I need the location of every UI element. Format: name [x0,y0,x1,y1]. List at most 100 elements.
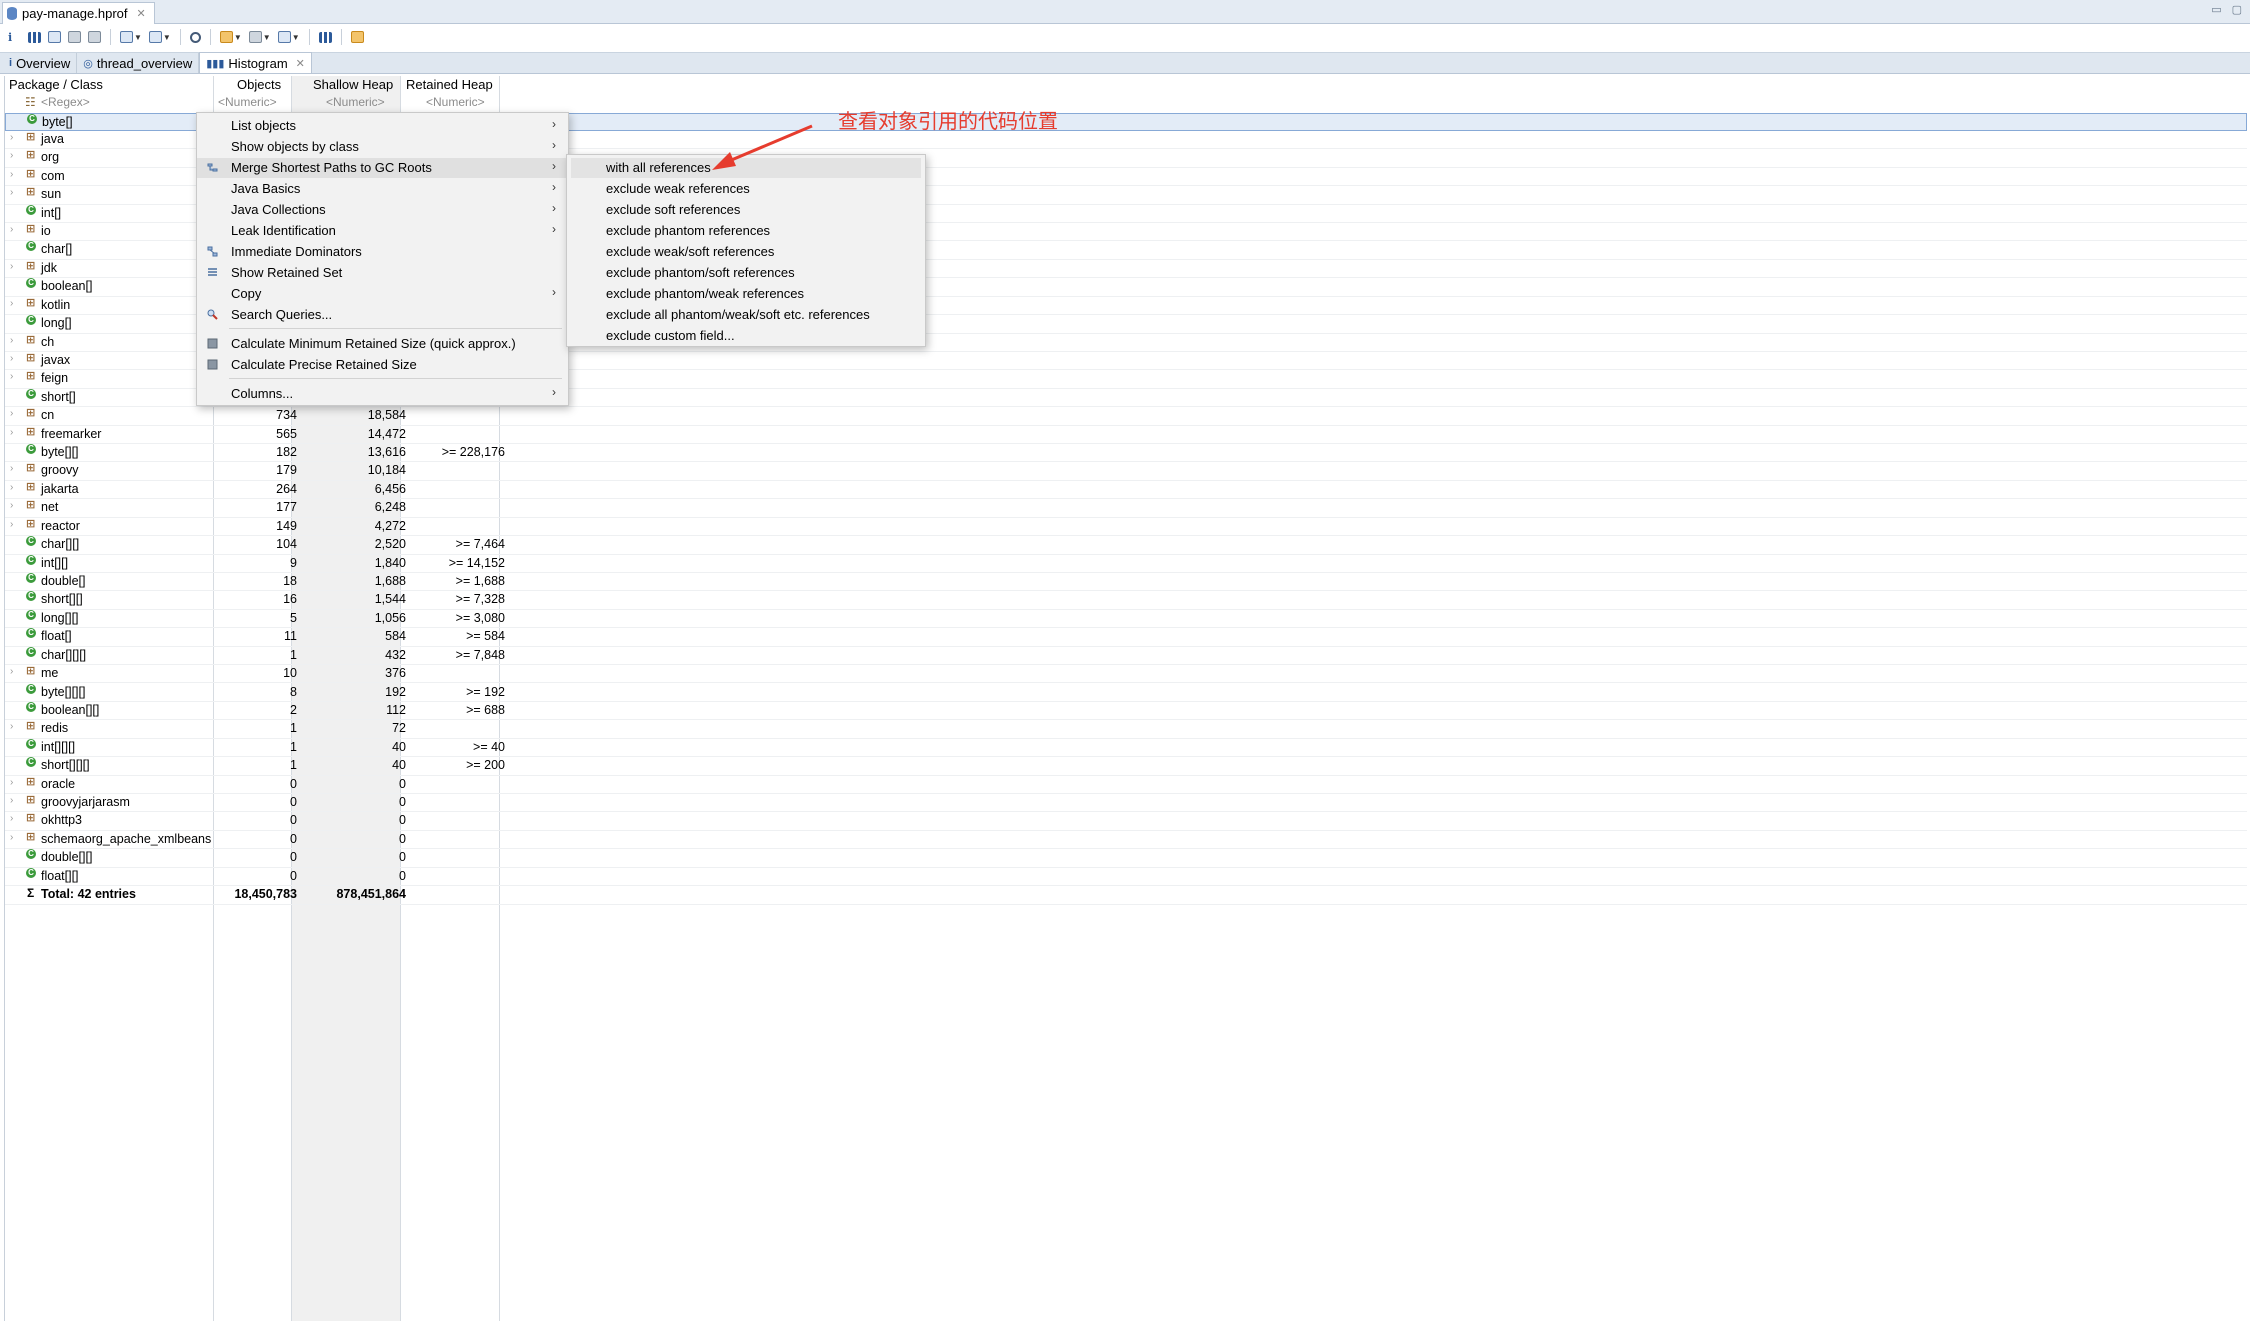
table-row[interactable]: › ⊞ me 10 376 [5,665,2247,684]
tab-thread-overview[interactable]: ◎ thread_overview [77,53,200,73]
close-icon[interactable]: ✕ [296,57,305,70]
table-row[interactable]: › ⊞ cn 734 18,584 [5,407,2247,426]
tab-histogram[interactable]: ▮▮▮ Histogram ✕ [199,52,312,73]
table-row[interactable]: Cdouble[] 18 1,688 >= 1,688 [5,573,2247,592]
chevron-right-icon[interactable]: › [10,132,13,143]
submenu-item-exclude-weak[interactable]: exclude weak references [571,179,921,199]
thread-overview-button[interactable] [86,28,103,46]
submenu-item-exclude-all[interactable]: exclude all phantom/weak/soft etc. refer… [571,305,921,325]
menu-item-calc-min-retained[interactable]: Calculate Minimum Retained Size (quick a… [197,334,568,354]
chevron-right-icon[interactable]: › [10,427,13,438]
table-row[interactable]: Cint[][][] 1 40 >= 40 [5,738,2247,758]
oql-button[interactable] [66,28,83,46]
table-row[interactable]: Clong[][] 5 1,056 >= 3,080 [5,609,2247,629]
close-icon[interactable]: ✕ [137,7,146,20]
chevron-right-icon[interactable]: › [10,408,13,419]
menu-item-merge-shortest-paths[interactable]: Merge Shortest Paths to GC Roots › [197,158,568,178]
chevron-right-icon[interactable]: › [10,832,13,843]
chevron-right-icon[interactable]: › [10,721,13,732]
chevron-right-icon[interactable]: › [10,795,13,806]
column-header-retained-heap[interactable]: Retained Heap [406,77,493,92]
context-menu: List objects › Show objects by class › Mer… [196,112,569,406]
search-button[interactable] [188,28,203,46]
menu-item-show-retained-set[interactable]: Show Retained Set [197,263,568,283]
tab-overview[interactable]: i Overview [3,53,78,73]
chevron-right-icon[interactable]: › [10,150,13,161]
table-row[interactable]: Cdouble[][] 0 0 [5,849,2247,868]
chevron-right-icon[interactable]: › [10,813,13,824]
chevron-right-icon[interactable]: › [10,169,13,180]
histogram-button[interactable] [26,28,43,46]
table-row[interactable]: Cshort[][] 16 1,544 >= 7,328 [5,591,2247,610]
group-by-button[interactable]: ▼ [218,28,244,46]
table-row[interactable]: › ⊞ freemarker 565 14,472 [5,426,2247,445]
calculate-retained-button[interactable]: ▼ [247,28,273,46]
table-row[interactable]: Cint[][] 9 1,840 >= 14,152 [5,554,2247,573]
submenu-item-exclude-phantom[interactable]: exclude phantom references [571,221,921,241]
chevron-right-icon[interactable]: › [10,353,13,364]
menu-item-copy[interactable]: Copy › [197,284,568,304]
settings-button[interactable] [349,28,366,46]
table-row[interactable]: Cchar[][][] 1 432 >= 7,848 [5,646,2247,666]
chevron-right-icon[interactable]: › [10,777,13,788]
menu-item-leak-identification[interactable]: Leak Identification › [197,221,568,241]
dominator-tree-button[interactable] [46,28,63,46]
table-row[interactable]: Cfloat[] 11 584 >= 584 [5,628,2247,647]
column-header-class[interactable]: Package / Class [9,77,103,92]
menu-item-java-basics[interactable]: Java Basics › [197,179,568,199]
shallow-filter-input[interactable]: <Numeric> [326,95,385,109]
menu-item-list-objects[interactable]: List objects › [197,116,568,136]
query-browser-button[interactable]: ▼ [147,28,173,46]
menu-item-show-objects-by-class[interactable]: Show objects by class › [197,137,568,157]
menu-item-java-collections[interactable]: Java Collections › [197,200,568,220]
table-row[interactable]: Cfloat[][] 0 0 [5,867,2247,887]
chevron-right-icon[interactable]: › [10,371,13,382]
chevron-right-icon[interactable]: › [10,666,13,677]
table-row[interactable]: Cbyte[][][] 8 192 >= 192 [5,683,2247,702]
objects-filter-input[interactable]: <Numeric> [218,95,277,109]
column-header-shallow-heap[interactable]: Shallow Heap [313,77,393,92]
column-header-objects[interactable]: Objects [237,77,281,92]
chevron-right-icon[interactable]: › [10,261,13,272]
table-row[interactable]: Cbyte[][] 182 13,616 >= 228,176 [5,444,2247,463]
chevron-right-icon[interactable]: › [10,335,13,346]
table-row[interactable]: Cshort[][][] 1 40 >= 200 [5,757,2247,776]
submenu-item-exclude-soft[interactable]: exclude soft references [571,200,921,220]
table-row[interactable]: › ⊞ reactor 149 4,272 [5,518,2247,537]
submenu-item-exclude-weak-soft[interactable]: exclude weak/soft references [571,242,921,262]
run-report-button[interactable]: ▼ [118,28,144,46]
table-row[interactable]: › ⊞ groovyjarjarasm 0 0 [5,794,2247,813]
submenu-item-exclude-phantom-weak[interactable]: exclude phantom/weak references [571,284,921,304]
menu-item-columns[interactable]: Columns... › [197,384,568,404]
submenu-item-exclude-custom-field[interactable]: exclude custom field... [571,326,921,346]
compare-button[interactable] [317,28,334,46]
minimize-icon[interactable]: ▭ [2211,3,2221,16]
maximize-icon[interactable]: ▢ [2232,3,2242,16]
chevron-right-icon[interactable]: › [10,482,13,493]
table-row[interactable]: › ⊞ oracle 0 0 [5,776,2247,794]
chevron-right-icon[interactable]: › [10,463,13,474]
chevron-right-icon[interactable]: › [10,187,13,198]
chevron-right-icon[interactable]: › [10,298,13,309]
chevron-right-icon[interactable]: › [10,519,13,530]
table-row[interactable]: Cboolean[][] 2 112 >= 688 [5,701,2247,721]
table-row[interactable]: › ⊞ schemaorg_apache_xmlbeans 0 0 [5,831,2247,850]
table-row[interactable]: Cchar[][] 104 2,520 >= 7,464 [5,536,2247,555]
menu-item-immediate-dominators[interactable]: Immediate Dominators [197,242,568,262]
menu-item-calc-precise-retained[interactable]: Calculate Precise Retained Size [197,355,568,375]
total-row: Σ Total: 42 entries 18,450,783 878,451,864 [5,886,2247,905]
table-row[interactable]: › ⊞ jakarta 264 6,456 [5,481,2247,500]
table-row[interactable]: › ⊞ net 177 6,248 [5,499,2247,518]
retained-filter-input[interactable]: <Numeric> [426,95,485,109]
chevron-right-icon[interactable]: › [10,224,13,235]
table-row[interactable]: › ⊞ redis 1 72 [5,720,2247,739]
table-row[interactable]: › ⊞ okhttp3 0 0 [5,812,2247,831]
table-row[interactable]: › ⊞ groovy 179 10,184 [5,462,2247,481]
overview-button[interactable]: i [6,28,23,46]
submenu-item-exclude-phantom-soft[interactable]: exclude phantom/soft references [571,263,921,283]
chevron-right-icon[interactable]: › [10,500,13,511]
export-button[interactable]: ▼ [276,28,302,46]
class-filter-input[interactable]: <Regex> [41,95,90,109]
editor-tab-heapdump[interactable]: pay-manage.hprof ✕ [2,2,155,24]
menu-item-search-queries[interactable]: Search Queries... [197,305,568,325]
